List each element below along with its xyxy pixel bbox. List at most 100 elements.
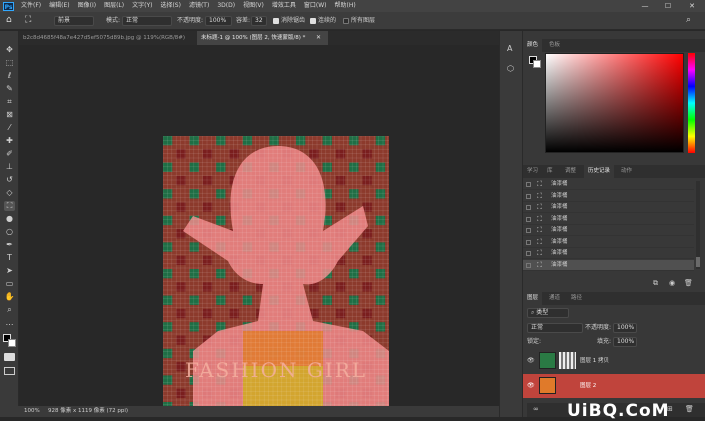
menu-item[interactable]: 选择(S) xyxy=(156,0,185,12)
history-snapshot-icon[interactable]: ⧉ xyxy=(653,279,658,288)
zoom-tool-icon[interactable]: ⌕ xyxy=(4,305,15,315)
background-color-swatch[interactable] xyxy=(8,339,16,347)
more-tools-icon[interactable]: ⋯ xyxy=(4,320,15,330)
history-state-checkbox[interactable] xyxy=(526,205,531,210)
layer-filter-select[interactable]: ⌕ 类型 xyxy=(527,308,569,318)
3d-panel-icon[interactable]: ⬡ xyxy=(507,64,514,73)
history-item[interactable]: ⛶ 油漆桶 xyxy=(523,225,694,236)
history-item[interactable]: ⛶ 油漆桶 xyxy=(523,214,694,225)
history-scrollbar[interactable] xyxy=(696,181,700,269)
rectangle-tool-icon[interactable]: ▭ xyxy=(4,279,15,289)
path-select-tool-icon[interactable]: ➤ xyxy=(4,266,15,276)
lasso-tool-icon[interactable]: ℓ xyxy=(4,71,15,81)
all-layers-checkbox[interactable] xyxy=(343,18,349,24)
history-state-checkbox[interactable] xyxy=(526,251,531,256)
menu-item[interactable]: 文件(F) xyxy=(17,0,45,12)
artwork-canvas[interactable]: FASHION GIRL xyxy=(163,136,389,410)
fill-input[interactable]: 100% xyxy=(613,337,637,347)
history-item[interactable]: ⛶ 油漆桶 xyxy=(523,179,694,190)
menu-item[interactable]: 文字(Y) xyxy=(128,0,156,12)
menu-item[interactable]: 编辑(E) xyxy=(45,0,73,12)
menu-item[interactable]: 图像(I) xyxy=(74,0,100,12)
move-tool-icon[interactable]: ✥ xyxy=(4,45,15,55)
marquee-tool-icon[interactable]: ⬚ xyxy=(4,58,15,68)
pen-tool-icon[interactable]: ✒ xyxy=(4,240,15,250)
opacity-input[interactable]: 100% xyxy=(205,16,232,26)
healing-brush-tool-icon[interactable]: ✚ xyxy=(4,136,15,146)
color-field[interactable] xyxy=(545,53,684,153)
character-panel-icon[interactable]: A xyxy=(507,44,512,53)
clone-stamp-tool-icon[interactable]: ⊥ xyxy=(4,162,15,172)
tab-document-2[interactable]: 未标题-1 @ 100% (图层 2, 快速蒙版/8) * xyxy=(197,31,328,45)
canvas-area[interactable]: FASHION GIRL xyxy=(19,45,499,410)
tab-history[interactable]: 历史记录 xyxy=(584,165,615,178)
tab-learn[interactable]: 学习 xyxy=(523,165,542,178)
tab-actions[interactable]: 动作 xyxy=(617,165,636,178)
close-button[interactable]: ✕ xyxy=(684,0,700,12)
history-state-checkbox[interactable] xyxy=(526,193,531,199)
home-icon[interactable]: ⌂ xyxy=(6,15,17,26)
quick-select-tool-icon[interactable]: ✎ xyxy=(4,84,15,94)
history-state-checkbox[interactable] xyxy=(526,182,531,187)
history-item[interactable]: ⛶ 油漆桶 xyxy=(523,202,694,213)
history-item[interactable]: ⛶ 油漆桶 xyxy=(523,237,694,248)
paint-bucket-icon[interactable]: ⛶ xyxy=(25,15,41,26)
history-state-checkbox[interactable] xyxy=(526,216,531,222)
layer-row-selected[interactable]: 👁 图层 2 xyxy=(523,374,705,398)
screen-mode-icon[interactable] xyxy=(4,367,15,375)
tab-swatches[interactable]: 色板 xyxy=(545,39,564,52)
tab-color[interactable]: 颜色 xyxy=(523,39,543,52)
tolerance-input[interactable]: 32 xyxy=(251,16,267,26)
contiguous-checkbox[interactable] xyxy=(310,18,316,24)
blend-mode-select[interactable]: 正常 xyxy=(527,323,583,333)
history-state-checkbox[interactable] xyxy=(526,228,531,233)
brush-tool-icon[interactable]: ✐ xyxy=(4,149,15,159)
layers-opacity-input[interactable]: 100% xyxy=(613,323,637,333)
history-item[interactable]: ⛶ 油漆桶 xyxy=(523,259,694,271)
tab-paths[interactable]: 路径 xyxy=(567,292,586,305)
paint-bucket-tool-icon[interactable]: ⛶ xyxy=(4,201,15,211)
menu-item[interactable]: 图层(L) xyxy=(100,0,128,12)
history-item[interactable]: ⛶ 油漆桶 xyxy=(523,248,694,259)
menu-item[interactable]: 3D(D) xyxy=(213,0,239,12)
tab-document-1[interactable]: b2c8d4685f48a7e427d5ef5075d89b.jpg @ 119… xyxy=(19,31,191,45)
menu-item[interactable]: 帮助(H) xyxy=(331,0,360,12)
tab-channels[interactable]: 通道 xyxy=(545,292,564,305)
blur-tool-icon[interactable]: ● xyxy=(4,214,15,224)
delete-layer-icon[interactable]: 🗑 xyxy=(685,405,694,413)
type-tool-icon[interactable]: T xyxy=(4,253,15,263)
eraser-tool-icon[interactable]: ◇ xyxy=(4,188,15,198)
color-panel-background[interactable] xyxy=(533,60,541,68)
layer-row[interactable]: 👁 图层 1 拷贝 xyxy=(523,349,705,373)
link-layers-icon[interactable]: ∞ xyxy=(533,405,539,413)
anti-alias-checkbox[interactable] xyxy=(273,18,279,24)
mode-select[interactable]: 正常 xyxy=(122,16,172,26)
menu-item[interactable]: 窗口(W) xyxy=(300,0,331,12)
frame-tool-icon[interactable]: ⊠ xyxy=(4,110,15,120)
fill-source-select[interactable]: 前景 xyxy=(54,16,94,26)
tab-adjustments[interactable]: 调整 xyxy=(561,165,580,178)
quick-mask-icon[interactable] xyxy=(4,353,15,361)
history-state-checkbox[interactable] xyxy=(526,262,531,268)
menu-item[interactable]: 滤镜(T) xyxy=(185,0,213,12)
tab-layers[interactable]: 图层 xyxy=(523,292,543,305)
crop-tool-icon[interactable]: ⌗ xyxy=(4,97,15,107)
hand-tool-icon[interactable]: ✋ xyxy=(4,292,15,302)
tab-libraries[interactable]: 库 xyxy=(543,165,557,178)
hue-slider[interactable] xyxy=(688,53,695,153)
history-camera-icon[interactable]: ◉ xyxy=(669,279,675,287)
eyedropper-tool-icon[interactable]: ⁄ xyxy=(4,123,15,133)
menu-item[interactable]: 增效工具 xyxy=(268,0,300,12)
history-state-checkbox[interactable] xyxy=(526,239,531,245)
menu-item[interactable]: 视图(V) xyxy=(239,0,268,12)
maximize-button[interactable]: ☐ xyxy=(660,0,676,12)
history-item[interactable]: ⛶ 油漆桶 xyxy=(523,191,694,202)
search-icon[interactable]: ⌕ xyxy=(686,15,691,26)
minimize-button[interactable]: — xyxy=(637,0,653,12)
history-brush-tool-icon[interactable]: ↺ xyxy=(4,175,15,185)
history-delete-icon[interactable]: 🗑 xyxy=(684,279,693,287)
visibility-eye-icon[interactable]: 👁 xyxy=(527,382,535,389)
close-tab-icon[interactable]: ✕ xyxy=(316,31,321,45)
dodge-tool-icon[interactable]: ○ xyxy=(4,227,15,237)
visibility-eye-icon[interactable]: 👁 xyxy=(527,357,535,364)
